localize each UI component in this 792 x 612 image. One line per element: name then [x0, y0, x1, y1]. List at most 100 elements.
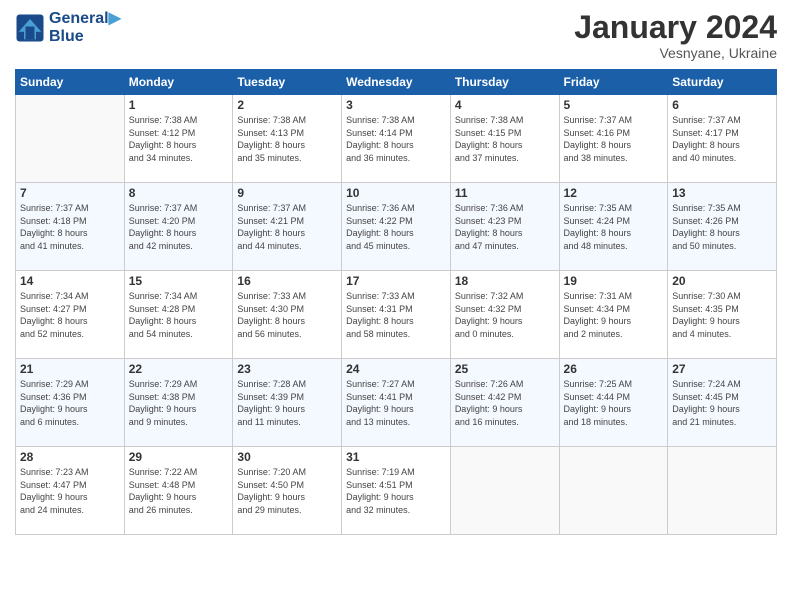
day-cell: 29 Sunrise: 7:22 AMSunset: 4:48 PMDayligh… [124, 447, 233, 535]
day-cell: 8 Sunrise: 7:37 AMSunset: 4:20 PMDaylight… [124, 183, 233, 271]
col-wednesday: Wednesday [342, 70, 451, 95]
day-info: Sunrise: 7:22 AMSunset: 4:48 PMDaylight:… [129, 466, 229, 516]
month-title: January 2024 [574, 10, 777, 45]
day-info: Sunrise: 7:36 AMSunset: 4:22 PMDaylight:… [346, 202, 446, 252]
day-info: Sunrise: 7:38 AMSunset: 4:15 PMDaylight:… [455, 114, 555, 164]
day-cell: 13 Sunrise: 7:35 AMSunset: 4:26 PMDayligh… [668, 183, 777, 271]
col-thursday: Thursday [450, 70, 559, 95]
day-number: 16 [237, 274, 337, 288]
day-info: Sunrise: 7:19 AMSunset: 4:51 PMDaylight:… [346, 466, 446, 516]
day-info: Sunrise: 7:38 AMSunset: 4:13 PMDaylight:… [237, 114, 337, 164]
day-info: Sunrise: 7:37 AMSunset: 4:20 PMDaylight:… [129, 202, 229, 252]
day-info: Sunrise: 7:26 AMSunset: 4:42 PMDaylight:… [455, 378, 555, 428]
day-info: Sunrise: 7:37 AMSunset: 4:17 PMDaylight:… [672, 114, 772, 164]
header-row: Sunday Monday Tuesday Wednesday Thursday… [16, 70, 777, 95]
day-info: Sunrise: 7:29 AMSunset: 4:38 PMDaylight:… [129, 378, 229, 428]
week-row-3: 14 Sunrise: 7:34 AMSunset: 4:27 PMDayligh… [16, 271, 777, 359]
day-cell: 21Sunrise: 7:29 AMSunset: 4:36 PMDayligh… [16, 359, 125, 447]
logo-icon [15, 13, 45, 43]
logo-text: General▶ Blue [49, 10, 121, 45]
day-cell: 4 Sunrise: 7:38 AMSunset: 4:15 PMDaylight… [450, 95, 559, 183]
day-number: 2 [237, 98, 337, 112]
day-info: Sunrise: 7:20 AMSunset: 4:50 PMDaylight:… [237, 466, 337, 516]
day-number: 20 [672, 274, 772, 288]
day-cell: 20 Sunrise: 7:30 AMSunset: 4:35 PMDayligh… [668, 271, 777, 359]
day-cell: 16Sunrise: 7:33 AMSunset: 4:30 PMDayligh… [233, 271, 342, 359]
col-monday: Monday [124, 70, 233, 95]
day-info: Sunrise: 7:24 AMSunset: 4:45 PMDaylight:… [672, 378, 772, 428]
day-number: 29 [129, 450, 229, 464]
day-info: Sunrise: 7:30 AMSunset: 4:35 PMDaylight:… [672, 290, 772, 340]
day-cell [559, 447, 668, 535]
day-cell: 11 Sunrise: 7:36 AMSunset: 4:23 PMDayligh… [450, 183, 559, 271]
day-info: Sunrise: 7:38 AMSunset: 4:12 PMDaylight:… [129, 114, 229, 164]
day-number: 18 [455, 274, 555, 288]
logo: General▶ Blue [15, 10, 121, 45]
day-cell: 18 Sunrise: 7:32 AMSunset: 4:32 PMDayligh… [450, 271, 559, 359]
col-friday: Friday [559, 70, 668, 95]
day-info: Sunrise: 7:34 AMSunset: 4:27 PMDaylight:… [20, 290, 120, 340]
day-cell: 25 Sunrise: 7:26 AMSunset: 4:42 PMDayligh… [450, 359, 559, 447]
day-number: 4 [455, 98, 555, 112]
day-info: Sunrise: 7:35 AMSunset: 4:26 PMDaylight:… [672, 202, 772, 252]
day-number: 25 [455, 362, 555, 376]
day-number: 27 [672, 362, 772, 376]
day-number: 7 [20, 186, 120, 200]
day-cell: 31 Sunrise: 7:19 AMSunset: 4:51 PMDayligh… [342, 447, 451, 535]
header: General▶ Blue January 2024 Vesnyane, Ukr… [15, 10, 777, 61]
day-cell [668, 447, 777, 535]
day-cell: 28Sunrise: 7:23 AMSunset: 4:47 PMDayligh… [16, 447, 125, 535]
day-info: Sunrise: 7:35 AMSunset: 4:24 PMDaylight:… [564, 202, 664, 252]
day-number: 11 [455, 186, 555, 200]
day-cell: 14 Sunrise: 7:34 AMSunset: 4:27 PMDayligh… [16, 271, 125, 359]
day-number: 31 [346, 450, 446, 464]
day-cell: 30 Sunrise: 7:20 AMSunset: 4:50 PMDayligh… [233, 447, 342, 535]
day-info: Sunrise: 7:36 AMSunset: 4:23 PMDaylight:… [455, 202, 555, 252]
day-cell: 5Sunrise: 7:37 AMSunset: 4:16 PMDaylight… [559, 95, 668, 183]
day-cell: 19Sunrise: 7:31 AMSunset: 4:34 PMDayligh… [559, 271, 668, 359]
day-number: 28 [20, 450, 120, 464]
day-cell: 26Sunrise: 7:25 AMSunset: 4:44 PMDayligh… [559, 359, 668, 447]
day-info: Sunrise: 7:33 AMSunset: 4:31 PMDaylight:… [346, 290, 446, 340]
day-info: Sunrise: 7:34 AMSunset: 4:28 PMDaylight:… [129, 290, 229, 340]
day-cell: 9Sunrise: 7:37 AMSunset: 4:21 PMDaylight… [233, 183, 342, 271]
day-number: 14 [20, 274, 120, 288]
day-cell: 24Sunrise: 7:27 AMSunset: 4:41 PMDayligh… [342, 359, 451, 447]
day-number: 1 [129, 98, 229, 112]
day-info: Sunrise: 7:29 AMSunset: 4:36 PMDaylight:… [20, 378, 120, 428]
day-number: 17 [346, 274, 446, 288]
day-number: 10 [346, 186, 446, 200]
day-cell: 7Sunrise: 7:37 AMSunset: 4:18 PMDaylight… [16, 183, 125, 271]
col-sunday: Sunday [16, 70, 125, 95]
day-number: 24 [346, 362, 446, 376]
day-cell: 12 Sunrise: 7:35 AMSunset: 4:24 PMDayligh… [559, 183, 668, 271]
calendar-table: Sunday Monday Tuesday Wednesday Thursday… [15, 69, 777, 535]
day-cell: 27 Sunrise: 7:24 AMSunset: 4:45 PMDayligh… [668, 359, 777, 447]
day-cell: 2 Sunrise: 7:38 AMSunset: 4:13 PMDaylight… [233, 95, 342, 183]
calendar-container: General▶ Blue January 2024 Vesnyane, Ukr… [0, 0, 792, 545]
day-cell [450, 447, 559, 535]
day-number: 23 [237, 362, 337, 376]
week-row-5: 28Sunrise: 7:23 AMSunset: 4:47 PMDayligh… [16, 447, 777, 535]
day-number: 9 [237, 186, 337, 200]
day-number: 30 [237, 450, 337, 464]
day-number: 13 [672, 186, 772, 200]
week-row-1: 1 Sunrise: 7:38 AMSunset: 4:12 PMDaylight… [16, 95, 777, 183]
day-number: 12 [564, 186, 664, 200]
day-number: 3 [346, 98, 446, 112]
location-subtitle: Vesnyane, Ukraine [574, 45, 777, 61]
day-info: Sunrise: 7:31 AMSunset: 4:34 PMDaylight:… [564, 290, 664, 340]
week-row-2: 7Sunrise: 7:37 AMSunset: 4:18 PMDaylight… [16, 183, 777, 271]
day-info: Sunrise: 7:32 AMSunset: 4:32 PMDaylight:… [455, 290, 555, 340]
day-cell [16, 95, 125, 183]
week-row-4: 21Sunrise: 7:29 AMSunset: 4:36 PMDayligh… [16, 359, 777, 447]
day-info: Sunrise: 7:37 AMSunset: 4:16 PMDaylight:… [564, 114, 664, 164]
day-number: 15 [129, 274, 229, 288]
day-info: Sunrise: 7:38 AMSunset: 4:14 PMDaylight:… [346, 114, 446, 164]
day-number: 26 [564, 362, 664, 376]
day-number: 8 [129, 186, 229, 200]
day-cell: 17 Sunrise: 7:33 AMSunset: 4:31 PMDayligh… [342, 271, 451, 359]
col-tuesday: Tuesday [233, 70, 342, 95]
day-cell: 10 Sunrise: 7:36 AMSunset: 4:22 PMDayligh… [342, 183, 451, 271]
day-cell: 23Sunrise: 7:28 AMSunset: 4:39 PMDayligh… [233, 359, 342, 447]
